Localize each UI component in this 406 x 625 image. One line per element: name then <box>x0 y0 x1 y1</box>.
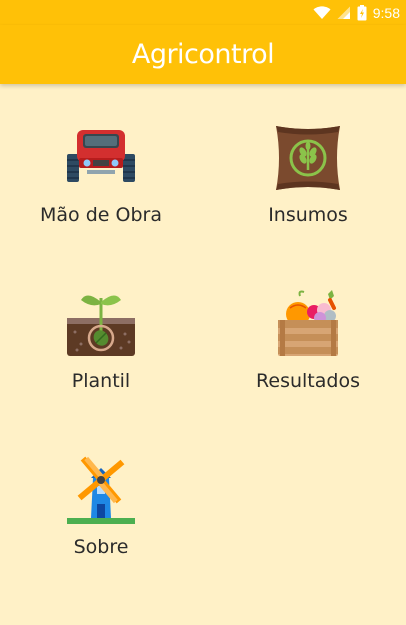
status-time: 9:58 <box>372 4 400 21</box>
menu-item-label: Plantil <box>71 370 131 392</box>
menu-item-resultados[interactable]: Resultados <box>208 250 406 392</box>
app-title: Agricontrol <box>131 39 275 70</box>
seed-sack-icon <box>270 120 346 196</box>
app-bar: Agricontrol <box>0 25 406 84</box>
main-menu: Mão de Obra Insumos Plantil Resultados S… <box>0 84 406 625</box>
signal-icon <box>337 6 351 20</box>
status-bar: 9:58 <box>0 0 406 25</box>
menu-item-label: Resultados <box>256 370 360 392</box>
sprout-icon <box>63 286 139 362</box>
menu-item-sobre[interactable]: Sobre <box>1 416 201 558</box>
menu-item-label: Sobre <box>73 536 129 558</box>
wifi-icon <box>313 5 331 20</box>
status-icons: 9:58 <box>313 4 400 21</box>
battery-icon <box>357 4 367 21</box>
menu-item-mao-de-obra[interactable]: Mão de Obra <box>1 84 201 226</box>
tractor-icon <box>63 120 139 196</box>
menu-item-insumos[interactable]: Insumos <box>208 84 406 226</box>
menu-item-label: Insumos <box>268 204 348 226</box>
windmill-icon <box>63 450 139 526</box>
menu-item-label: Mão de Obra <box>40 204 162 226</box>
menu-item-plantil[interactable]: Plantil <box>1 250 201 392</box>
harvest-crate-icon <box>270 286 346 362</box>
